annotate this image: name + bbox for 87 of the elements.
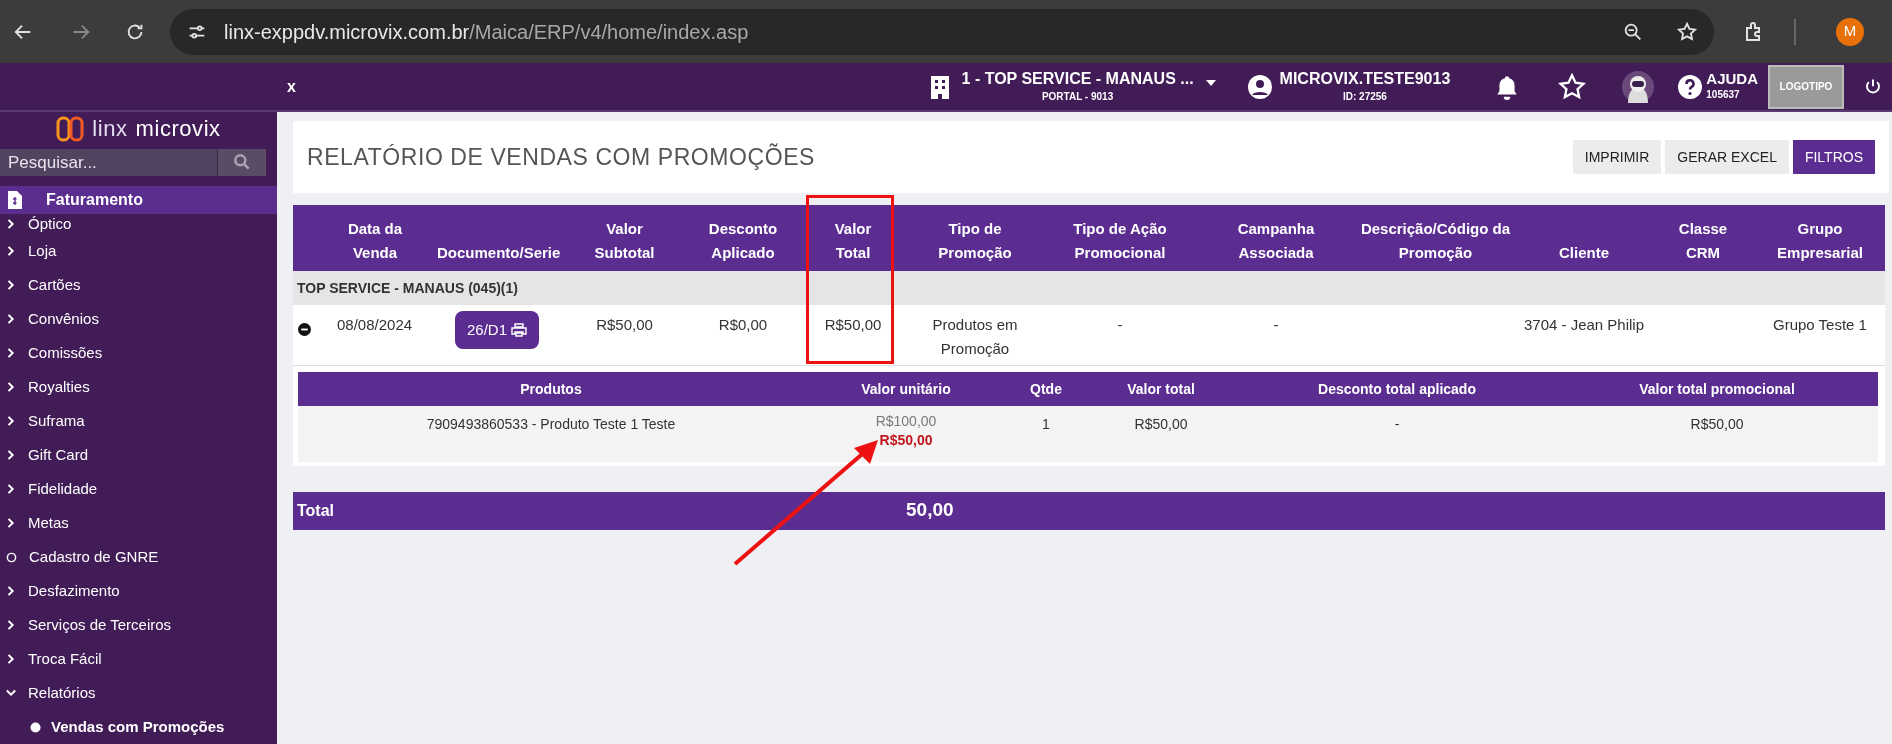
collapse-icon[interactable] bbox=[298, 323, 311, 336]
column-header: Desconto Aplicado bbox=[708, 220, 778, 261]
logo-text: microvix bbox=[135, 115, 221, 143]
portal-label: PORTAL - 9013 bbox=[1041, 90, 1114, 104]
close-icon[interactable]: x bbox=[287, 74, 296, 99]
nav-item[interactable]: Cartões bbox=[28, 273, 81, 297]
logo-icon bbox=[56, 115, 85, 142]
column-header: Desconto total aplicado bbox=[1318, 380, 1476, 397]
total-label: Total bbox=[296, 500, 336, 521]
user-id: ID: 27256 bbox=[1343, 90, 1387, 104]
column-header: Valor total promocional bbox=[1639, 380, 1795, 397]
logo-text: linx bbox=[92, 115, 128, 143]
nav-item[interactable]: Metas bbox=[28, 511, 69, 535]
user-name[interactable]: MICROVIX.TESTE9013 bbox=[1279, 69, 1451, 89]
nav-item[interactable]: Serviços de Terceiros bbox=[28, 613, 172, 637]
table-cell: 3704 - Jean Philip bbox=[1523, 316, 1645, 333]
table-cell: Grupo Teste 1 bbox=[1773, 316, 1867, 333]
avatar-icon[interactable] bbox=[1622, 70, 1655, 103]
page-title: RELATÓRIO DE VENDAS COM PROMOÇÕES bbox=[307, 142, 815, 172]
bullet-icon bbox=[30, 721, 41, 733]
help-code: 105637 bbox=[1706, 88, 1740, 102]
nav-item[interactable]: Gift Card bbox=[28, 443, 88, 467]
table-cell: R$50,00 bbox=[1690, 415, 1744, 432]
url-host: linx-exppdv.microvix.com.br bbox=[224, 19, 470, 45]
table-cell: Produtos em Promoção bbox=[932, 316, 1018, 357]
circle-icon bbox=[6, 551, 17, 563]
total-value: 50,00 bbox=[906, 498, 954, 523]
nav-item[interactable]: Loja bbox=[28, 239, 57, 263]
star-icon[interactable] bbox=[1558, 72, 1587, 101]
table-cell: 1 bbox=[1042, 415, 1050, 432]
nav-subitem[interactable]: Vendas com Promoções bbox=[51, 715, 225, 739]
user-icon[interactable] bbox=[1247, 74, 1272, 99]
promo-price: R$50,00 bbox=[879, 430, 933, 450]
table-cell: R$50,00 bbox=[1134, 415, 1188, 432]
column-header: Valor unitário bbox=[861, 380, 951, 397]
original-price: R$100,00 bbox=[875, 411, 937, 431]
column-header: Qtde bbox=[1030, 380, 1062, 397]
nav-item[interactable]: Comissões bbox=[28, 341, 103, 365]
section-title: Faturamento bbox=[46, 189, 143, 210]
toolbar-button[interactable]: IMPRIMIR bbox=[1572, 140, 1662, 174]
nav-item[interactable]: Óptico bbox=[28, 212, 72, 236]
address-bar[interactable]: linx-exppdv.microvix.com.br/Maica/ERP/v4/home/index.asp bbox=[170, 8, 1714, 55]
power-icon[interactable] bbox=[1864, 77, 1882, 96]
table-cell: 08/08/2024 bbox=[337, 316, 413, 333]
table-cell: - bbox=[1394, 415, 1400, 432]
table-cell: R$50,00 bbox=[596, 316, 653, 333]
column-header: Campanha Associada bbox=[1237, 220, 1315, 261]
nav-item[interactable]: Suframa bbox=[28, 409, 85, 433]
printer-icon bbox=[511, 323, 527, 337]
toolbar-button[interactable]: GERAR EXCEL bbox=[1665, 140, 1789, 174]
column-header: Data da Venda bbox=[347, 220, 403, 261]
document-button[interactable]: 26/D1 bbox=[455, 311, 539, 349]
column-header: Grupo Empresarial bbox=[1777, 220, 1863, 261]
toolbar-button[interactable]: FILTROS bbox=[1792, 140, 1875, 174]
column-header: Produtos bbox=[520, 380, 582, 397]
column-header: Cliente bbox=[1559, 244, 1609, 261]
nav-item[interactable]: Royalties bbox=[28, 375, 90, 399]
caret-icon[interactable] bbox=[1205, 79, 1216, 86]
document-icon bbox=[8, 190, 22, 209]
section-header[interactable]: Faturamento bbox=[0, 185, 277, 214]
column-header: Documento/Serie bbox=[437, 244, 561, 261]
table-cell: - bbox=[1273, 316, 1279, 333]
nav-item[interactable]: Fidelidade bbox=[28, 477, 98, 501]
column-header: Tipo de Ação Promocional bbox=[1073, 220, 1167, 261]
column-header: Valor total bbox=[1127, 380, 1195, 397]
search-field[interactable]: Pesquisar... bbox=[0, 149, 266, 176]
nav-item[interactable]: Convênios bbox=[28, 307, 99, 331]
nav-item[interactable]: Cadastro de GNRE bbox=[29, 545, 159, 569]
nav-item[interactable]: Troca Fácil bbox=[28, 647, 102, 671]
column-header: Valor Subtotal bbox=[594, 220, 655, 261]
group-label: TOP SERVICE - MANAUS (045)(1) bbox=[297, 280, 518, 296]
table-cell: R$50,00 bbox=[824, 316, 882, 333]
column-header: Descrição/Código da Promoção bbox=[1360, 220, 1511, 261]
column-header: Classe CRM bbox=[1678, 220, 1728, 261]
help-link[interactable]: AJUDA bbox=[1706, 71, 1758, 87]
table-cell: - bbox=[1117, 316, 1123, 333]
bookmark-star-icon[interactable] bbox=[1676, 20, 1698, 43]
column-header: Valor Total bbox=[834, 220, 872, 261]
store-name[interactable]: 1 - TOP SERVICE - MANAUS ... bbox=[961, 69, 1194, 89]
building-icon bbox=[929, 74, 950, 99]
table-cell: 7909493860533 - Produto Teste 1 Teste bbox=[426, 415, 676, 432]
nav-item[interactable]: Relatórios bbox=[28, 681, 96, 705]
help-icon[interactable] bbox=[1678, 74, 1703, 99]
url-path: /Maica/ERP/v4/home/index.asp bbox=[469, 19, 749, 45]
table-cell: R$0,00 bbox=[718, 316, 768, 333]
nav-item[interactable]: Desfazimento bbox=[28, 579, 120, 603]
column-header: Tipo de Promoção bbox=[938, 220, 1012, 261]
